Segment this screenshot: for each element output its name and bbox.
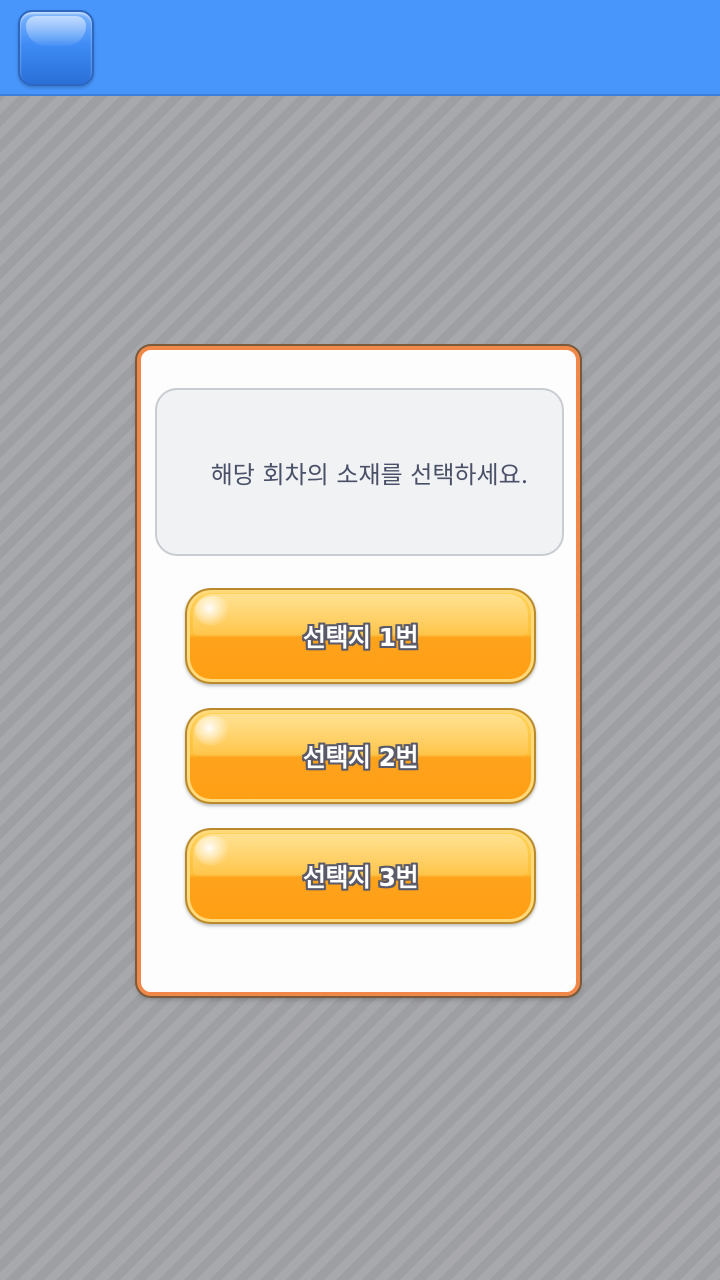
question-text: 해당 회차의 소재를 선택하세요. xyxy=(210,460,529,489)
top-bar xyxy=(0,0,720,96)
question-box: 해당 회차의 소재를 선택하세요. xyxy=(155,388,564,556)
choice-button-1[interactable]: 선택지 1번 xyxy=(185,588,536,684)
choice-label-2: 선택지 2번 xyxy=(302,743,419,772)
choice-label-3: 선택지 3번 xyxy=(302,863,419,892)
icon-gloss xyxy=(26,16,86,46)
choice-button-2[interactable]: 선택지 2번 xyxy=(185,708,536,804)
button-shine xyxy=(195,836,231,866)
button-shine xyxy=(195,716,231,746)
choice-dialog: 해당 회차의 소재를 선택하세요. 선택지 1번 선택지 2번 선택지 3번 xyxy=(137,346,580,996)
choice-label-1: 선택지 1번 xyxy=(302,623,419,652)
button-shine xyxy=(195,596,231,626)
rounded-square-icon[interactable] xyxy=(18,10,94,86)
choice-button-3[interactable]: 선택지 3번 xyxy=(185,828,536,924)
